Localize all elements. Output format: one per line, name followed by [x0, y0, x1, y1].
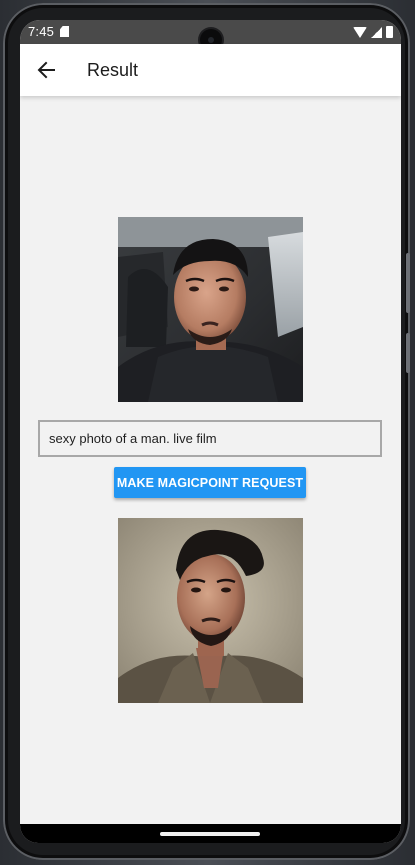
prompt-input[interactable]	[38, 420, 382, 457]
sd-card-icon	[60, 26, 69, 37]
app-bar: Result	[20, 44, 401, 96]
home-gesture-handle[interactable]	[160, 832, 260, 836]
navigation-bar	[20, 824, 401, 843]
arrow-left-icon	[37, 61, 55, 79]
battery-icon	[386, 26, 393, 38]
emulator-background: 7:45 Result sexy photo of a man. live fi…	[0, 0, 415, 865]
phone-screen: 7:45 Result sexy photo of a man. live fi…	[20, 20, 401, 843]
result-photo	[118, 518, 303, 703]
back-button[interactable]	[28, 52, 64, 88]
phone-frame: 7:45 Result sexy photo of a man. live fi…	[3, 3, 410, 860]
input-photo	[118, 217, 303, 402]
signal-icon	[371, 26, 382, 38]
wifi-icon	[353, 26, 367, 38]
page-title: Result	[87, 60, 139, 80]
make-magicpoint-request-button[interactable]: MAKE MAGICPOINT REQUEST	[114, 467, 306, 498]
status-time: 7:45	[28, 24, 55, 39]
volume-button	[406, 253, 410, 313]
power-button	[406, 333, 410, 373]
status-icons	[353, 25, 393, 39]
